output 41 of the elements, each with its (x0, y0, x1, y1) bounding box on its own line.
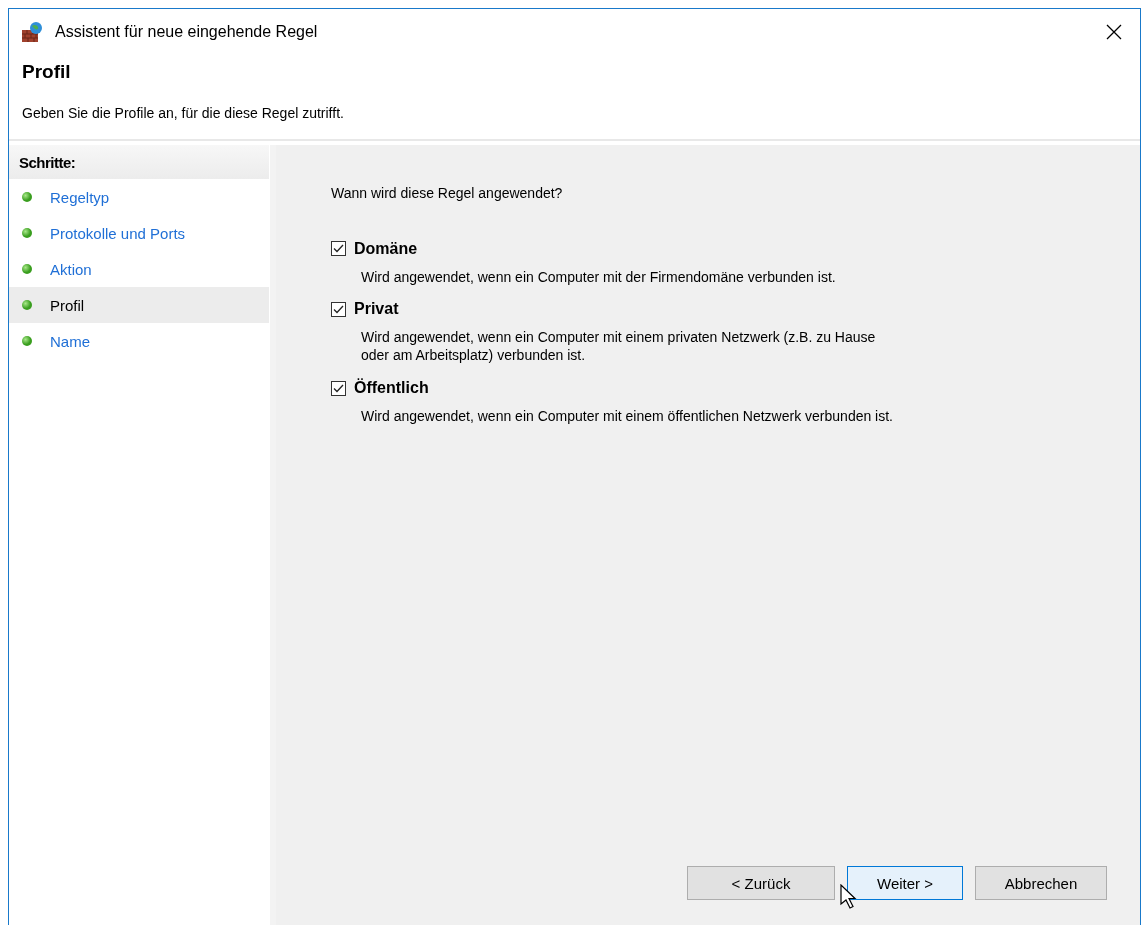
status-dot-icon (22, 336, 32, 346)
step-label: Regeltyp (50, 188, 110, 206)
step-item[interactable]: Name (9, 323, 269, 359)
profile-description: Wird angewendet, wenn ein Computer mit einem öffentlichen Netzwerk verbunden ist. (361, 407, 894, 426)
page-title: Profil (22, 61, 72, 83)
check-icon (333, 383, 344, 393)
profile-description: Wird angewendet, wenn ein Computer mit einem privaten Netzwerk (z.B. zu Hause oder am Arbeitsplatz) verbunden ist. (361, 328, 877, 365)
question-text: Wann wird diese Regel angewendet? (331, 185, 564, 201)
dialog-button[interactable]: Abbrechen (975, 866, 1107, 900)
step-label: Aktion (50, 260, 92, 278)
dialog-button[interactable]: < Zurück (687, 866, 835, 900)
close-icon (1106, 24, 1122, 40)
firewall-icon (21, 21, 45, 43)
check-icon (333, 304, 344, 314)
checkbox-label: Privat (354, 300, 399, 319)
step-item[interactable]: Protokolle und Ports (9, 215, 269, 251)
profile-checkbox[interactable]: Privat (331, 300, 399, 319)
profile-checkbox[interactable]: Domäne (331, 239, 418, 258)
checkbox[interactable] (331, 380, 346, 396)
step-label: Protokolle und Ports (50, 224, 186, 242)
step-label: Profil (50, 296, 85, 314)
profile-description: Wird angewendet, wenn ein Computer mit der Firmendomäne verbunden ist. (361, 267, 837, 286)
checkbox[interactable] (331, 301, 346, 317)
checkbox-label: Öffentlich (354, 379, 429, 398)
steps-heading: Schritte: (9, 145, 269, 179)
checkbox-label: Domäne (354, 239, 418, 258)
mouse-cursor-icon (839, 884, 859, 910)
checkbox[interactable] (331, 241, 346, 256)
step-label: Name (50, 332, 90, 350)
dialog-button[interactable]: Weiter > (847, 866, 963, 900)
step-item[interactable]: Aktion (9, 251, 269, 287)
window-title: Assistent für neue eingehende Regel (55, 23, 319, 41)
status-dot-icon (22, 192, 32, 202)
profile-checkbox[interactable]: Öffentlich (331, 379, 429, 398)
page-subtitle: Geben Sie die Profile an, für die diese Regel zutrifft. (22, 105, 345, 121)
status-dot-icon (22, 264, 32, 274)
status-dot-icon (22, 300, 32, 310)
step-item[interactable]: Profil (9, 287, 269, 323)
check-icon (333, 244, 344, 253)
status-dot-icon (22, 228, 32, 238)
step-item[interactable]: Regeltyp (9, 179, 269, 215)
